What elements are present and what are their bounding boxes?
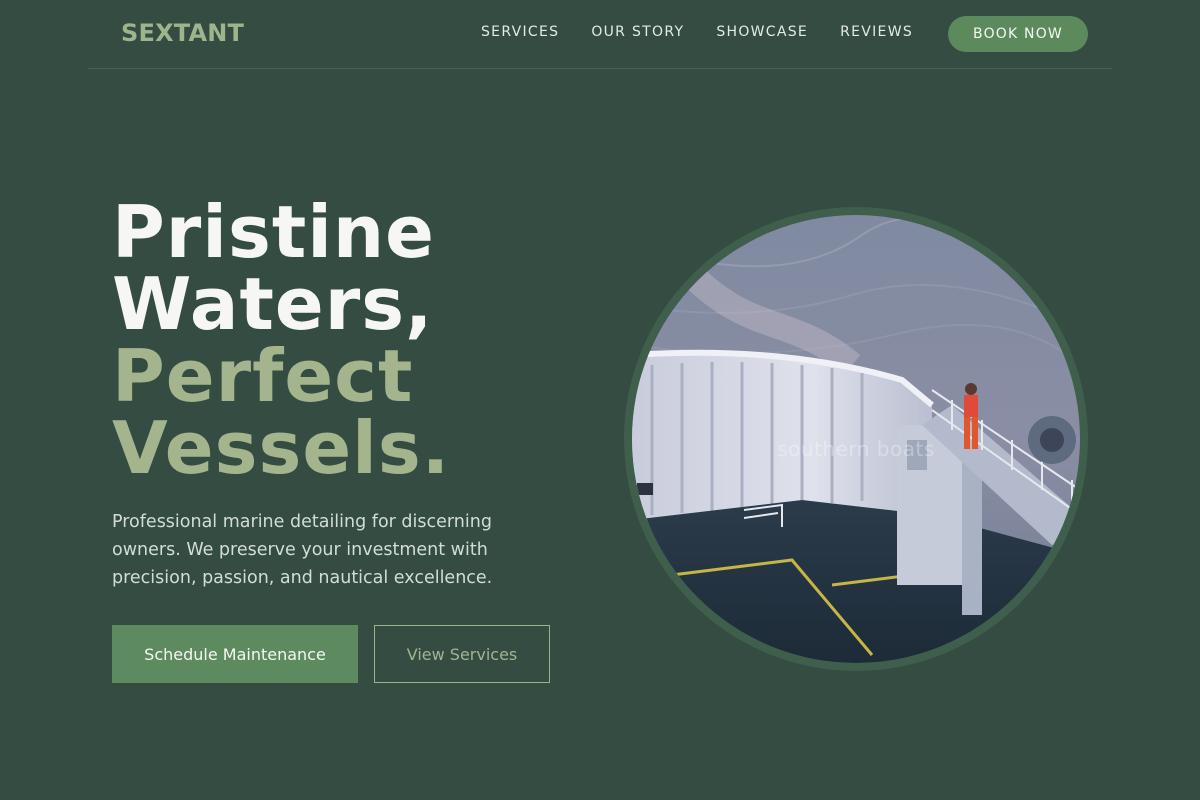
schedule-maintenance-button[interactable]: Schedule Maintenance xyxy=(112,625,358,683)
headline-line-1: Pristine xyxy=(112,190,435,274)
hero-ship-image: southern boats xyxy=(632,215,1080,663)
nav-link-showcase[interactable]: SHOWCASE xyxy=(716,24,808,40)
hero-description: Professional marine detailing for discer… xyxy=(112,512,493,588)
headline-line-3: Perfect xyxy=(112,334,414,418)
image-watermark: southern boats xyxy=(777,437,935,461)
brand-logo[interactable]: SEXTANT xyxy=(121,19,244,47)
nav-links: SERVICES OUR STORY SHOWCASE REVIEWS xyxy=(481,24,945,40)
hero-headline: Pristine Waters, Perfect Vessels. xyxy=(112,196,450,484)
top-navigation: SEXTANT SERVICES OUR STORY SHOWCASE REVI… xyxy=(88,0,1112,69)
hero-image-frame: southern boats xyxy=(624,207,1088,671)
nav-link-our-story[interactable]: OUR STORY xyxy=(591,24,684,40)
nav-link-reviews[interactable]: REVIEWS xyxy=(840,24,913,40)
nav-link-services[interactable]: SERVICES xyxy=(481,24,559,40)
book-now-button[interactable]: BOOK NOW xyxy=(948,16,1088,52)
headline-line-4: Vessels. xyxy=(112,406,451,490)
view-services-button[interactable]: View Services xyxy=(374,625,550,683)
headline-line-2: Waters, xyxy=(112,262,434,346)
